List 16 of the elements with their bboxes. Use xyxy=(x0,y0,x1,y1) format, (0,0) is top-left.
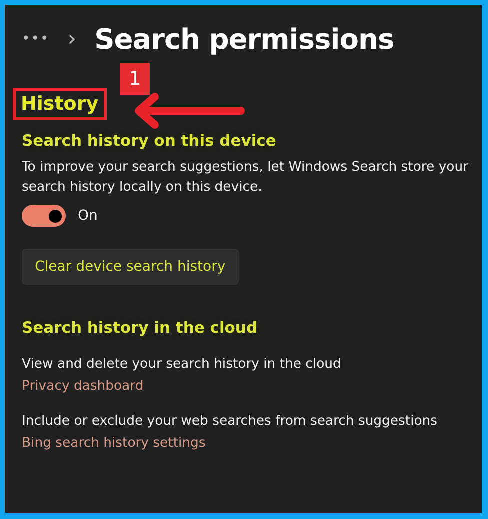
more-button[interactable]: ••• xyxy=(22,31,50,47)
toggle-label: On xyxy=(78,208,98,224)
toggle-switch[interactable] xyxy=(22,205,66,227)
section-heading: History xyxy=(13,88,107,120)
section-heading: Search history in the cloud xyxy=(22,319,259,337)
description-text: Include or exclude your web searches from search suggestions xyxy=(22,414,439,429)
section-heading: Search history on this device xyxy=(22,132,278,150)
description-text: View and delete your search history in the cloud xyxy=(22,357,342,372)
breadcrumb-separator: › xyxy=(68,26,77,52)
settings-link[interactable]: Bing search history settings xyxy=(22,436,206,451)
clear-history-button[interactable]: Clear device search history xyxy=(22,249,239,285)
page-title: Search permissions xyxy=(94,22,394,56)
arrow-icon xyxy=(133,92,245,130)
description-text: To improve your search suggestions, let Windows Search store your search history locally on this device. xyxy=(22,159,470,197)
step-badge: 1 xyxy=(120,63,150,95)
settings-link[interactable]: Privacy dashboard xyxy=(22,379,144,394)
